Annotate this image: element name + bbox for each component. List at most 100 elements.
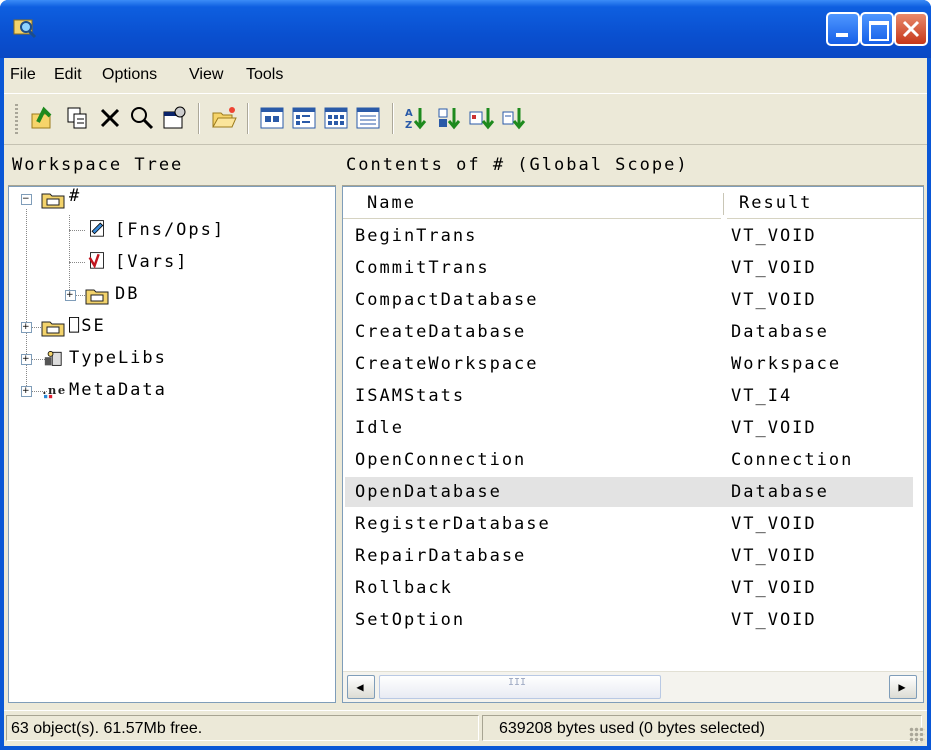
cell-result: Workspace	[731, 354, 842, 374]
menu-options[interactable]: Options	[102, 66, 157, 84]
sort-by-date-icon[interactable]	[500, 104, 528, 132]
contents-list[interactable]: Name Result BeginTrans VT_VOID CommitTrans…	[342, 186, 924, 703]
menu-edit[interactable]: Edit	[54, 66, 82, 84]
status-objects: 63 object(s). 61.57Mb free.	[6, 715, 479, 741]
list-row[interactable]: Rollback VT_VOID	[345, 573, 913, 603]
list-row[interactable]: ISAMStats VT_I4	[345, 381, 913, 411]
cell-result: Connection	[731, 450, 854, 470]
cell-name: OpenConnection	[355, 450, 527, 470]
column-header-name[interactable]: Name	[343, 187, 721, 219]
cell-result: VT_VOID	[731, 226, 817, 246]
svg-text:A: A	[405, 108, 413, 119]
sort-by-type-icon[interactable]	[436, 104, 464, 132]
column-divider[interactable]	[723, 193, 724, 215]
scroll-right-button[interactable]: ▶	[889, 675, 917, 699]
status-bar: 63 object(s). 61.57Mb free. 639208 bytes…	[4, 710, 927, 745]
tree-connector	[69, 215, 70, 300]
expand-toggle[interactable]: +	[65, 290, 76, 301]
cell-name: CreateWorkspace	[355, 354, 539, 374]
list-row[interactable]: RegisterDatabase VT_VOID	[345, 509, 913, 539]
tree-node-fns-ops[interactable]: [Fns/Ops]	[115, 215, 225, 245]
up-folder-icon[interactable]	[28, 104, 56, 132]
list-row[interactable]: CreateWorkspace Workspace	[345, 349, 913, 379]
list-view-icon[interactable]	[322, 104, 350, 132]
workspace-tree[interactable]: − # [Fns/Ops] [Vars] + DB + ⎕SE + TypeLi…	[8, 186, 336, 703]
close-icon	[902, 20, 920, 38]
details-view-icon[interactable]	[354, 104, 382, 132]
list-row[interactable]: Idle VT_VOID	[345, 413, 913, 443]
tree-node-metadata[interactable]: MetaData	[69, 375, 167, 405]
toolbar-separator	[247, 103, 249, 134]
workspace-tree-pane: Workspace Tree − # [Fns/Ops] [Vars] + DB…	[8, 145, 336, 703]
workspace-tree-header: Workspace Tree	[8, 145, 336, 186]
list-row[interactable]: RepairDatabase VT_VOID	[345, 541, 913, 571]
tree-node-root[interactable]: #	[69, 181, 81, 211]
contents-header: Contents of # (Global Scope)	[342, 145, 924, 186]
find-icon[interactable]	[128, 104, 156, 132]
menu-tools[interactable]: Tools	[246, 66, 283, 84]
cell-result: VT_VOID	[731, 514, 817, 534]
tree-node-session[interactable]: ⎕SE	[69, 311, 106, 341]
toolbar-grip[interactable]	[15, 104, 18, 134]
list-row[interactable]: OpenDatabase Database	[345, 477, 913, 507]
main-panes: Workspace Tree − # [Fns/Ops] [Vars] + DB…	[4, 145, 927, 703]
cell-name: CommitTrans	[355, 258, 490, 278]
typelibs-icon	[44, 351, 62, 366]
properties-icon[interactable]	[160, 104, 188, 132]
cell-name: RepairDatabase	[355, 546, 527, 566]
maximize-button[interactable]	[860, 12, 894, 46]
close-button[interactable]	[894, 12, 928, 46]
open-folder-icon[interactable]	[210, 104, 238, 132]
cell-name: OpenDatabase	[355, 482, 502, 502]
scroll-left-button[interactable]: ◀	[347, 675, 375, 699]
resize-grip[interactable]	[909, 727, 925, 743]
functions-icon	[90, 220, 104, 237]
sort-by-size-icon[interactable]	[468, 104, 496, 132]
list-row[interactable]: SetOption VT_VOID	[345, 605, 913, 635]
list-row[interactable]: CreateDatabase Database	[345, 317, 913, 347]
menu-bar: File Edit Options View Tools	[4, 58, 927, 92]
copy-icon[interactable]	[64, 104, 92, 132]
collapse-toggle[interactable]: −	[21, 194, 32, 205]
tree-node-vars[interactable]: [Vars]	[115, 247, 188, 277]
tree-connector	[69, 230, 85, 231]
minimize-button[interactable]	[826, 12, 860, 46]
expand-toggle[interactable]: +	[21, 354, 32, 365]
delete-icon[interactable]	[96, 104, 124, 132]
dotnet-icon: .net	[42, 383, 65, 399]
horizontal-scrollbar[interactable]: ◀ III ▶	[343, 671, 923, 702]
expand-toggle[interactable]: +	[21, 386, 32, 397]
application-window: File Edit Options View Tools A Z Workspa…	[0, 0, 931, 750]
cell-result: VT_I4	[731, 386, 793, 406]
list-row[interactable]: OpenConnection Connection	[345, 445, 913, 475]
cell-name: SetOption	[355, 610, 466, 630]
status-bytes: 639208 bytes used (0 bytes selected)	[482, 715, 922, 741]
cell-result: VT_VOID	[731, 258, 817, 278]
scroll-thumb[interactable]: III	[379, 675, 661, 699]
title-bar[interactable]	[0, 0, 931, 58]
cell-name: ISAMStats	[355, 386, 466, 406]
cell-name: BeginTrans	[355, 226, 478, 246]
sort-by-name-icon[interactable]: A Z	[402, 104, 430, 132]
namespace-folder-icon	[85, 289, 109, 305]
column-header-result[interactable]: Result	[727, 187, 923, 219]
toolbar-separator	[198, 103, 200, 134]
toolbar: A Z	[4, 93, 927, 145]
cell-name: RegisterDatabase	[355, 514, 551, 534]
tree-node-typelibs[interactable]: TypeLibs	[69, 343, 167, 373]
variables-icon	[88, 252, 104, 269]
menu-view[interactable]: View	[189, 66, 223, 84]
list-row[interactable]: CompactDatabase VT_VOID	[345, 285, 913, 315]
cell-result: VT_VOID	[731, 578, 817, 598]
expand-toggle[interactable]: +	[21, 322, 32, 333]
cell-result: Database	[731, 482, 829, 502]
menu-file[interactable]: File	[10, 66, 36, 84]
list-row[interactable]: BeginTrans VT_VOID	[345, 221, 913, 251]
small-icons-icon[interactable]	[290, 104, 318, 132]
client-area: File Edit Options View Tools A Z Workspa…	[4, 58, 927, 746]
large-icons-icon[interactable]	[258, 104, 286, 132]
cell-result: Database	[731, 322, 829, 342]
namespace-folder-icon	[41, 193, 65, 209]
tree-node-db[interactable]: DB	[115, 279, 139, 309]
list-row[interactable]: CommitTrans VT_VOID	[345, 253, 913, 283]
